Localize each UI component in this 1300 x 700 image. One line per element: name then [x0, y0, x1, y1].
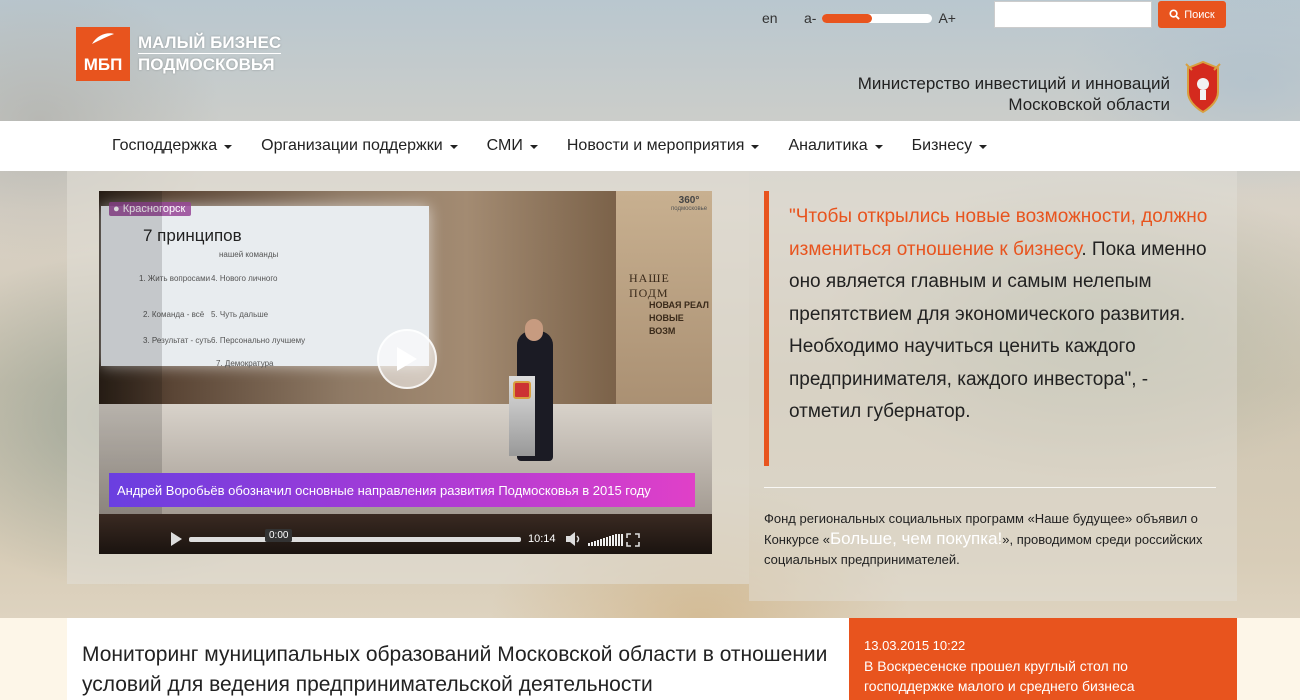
backdrop-sub1: НОВАЯ РЕАЛ	[649, 300, 709, 310]
volume-icon[interactable]	[565, 532, 581, 546]
search-button-label: Поиск	[1184, 8, 1215, 21]
video-player[interactable]: НАШЕ ПОДМ НОВАЯ РЕАЛ НОВЫЕ ВОЗМ 360° под…	[99, 191, 712, 554]
nav-item-label: Господдержка	[112, 137, 218, 154]
video-controls: 0:00 10:14	[99, 524, 712, 554]
volume-level[interactable]	[588, 534, 623, 546]
nav-item-news-events[interactable]: Новости и мероприятия	[567, 137, 760, 155]
coat-of-arms-icon	[1185, 60, 1221, 114]
nav-item-label: СМИ	[486, 137, 523, 154]
font-size-slider[interactable]	[822, 13, 933, 23]
side-news-block[interactable]: 13.03.2015 10:22 В Воскресенске прошел к…	[849, 618, 1237, 700]
font-size-control: a- A+	[804, 10, 956, 26]
current-time: 0:00	[265, 529, 293, 542]
header: МБП МАЛЫЙ БИЗНЕС ПОДМОСКОВЬЯ en a- A+ По…	[0, 0, 1300, 121]
ministry-line2: Московской области	[1008, 95, 1170, 114]
channel-logo-text: 360°	[678, 195, 700, 206]
governor-quote: "Чтобы открылись новые возможности, долж…	[764, 191, 1214, 466]
nav-item-business[interactable]: Бизнесу	[912, 137, 988, 155]
leaf-icon	[92, 33, 114, 44]
language-switch[interactable]: en	[762, 10, 778, 26]
speaker-head	[525, 319, 543, 341]
search-input[interactable]	[994, 1, 1152, 28]
video-duration: 10:14	[528, 533, 556, 545]
nav-item-label: Организации поддержки	[261, 137, 443, 154]
chevron-down-icon	[449, 145, 458, 149]
screen-item: 7. Демократура	[216, 359, 274, 368]
channel-logo: 360° подмосковье	[671, 195, 707, 217]
logo-mark: МБП	[76, 27, 130, 81]
font-increase-button[interactable]: A+	[938, 10, 956, 26]
contest-link[interactable]: Больше, чем покупка!	[830, 529, 1002, 548]
nav-item-label: Бизнесу	[911, 137, 973, 154]
font-decrease-button[interactable]: a-	[804, 10, 816, 26]
main-nav: Господдержка Организации поддержки СМИ Н…	[0, 121, 1300, 171]
nav-item-support-orgs[interactable]: Организации поддержки	[261, 137, 458, 155]
backdrop-subtitle: НОВАЯ РЕАЛ НОВЫЕ ВОЗМ	[649, 299, 712, 338]
quote-text: . Пока именно оно является главным и сам…	[789, 238, 1207, 423]
nav-item-label: Новости и мероприятия	[566, 137, 745, 154]
video-progress-bar[interactable]: 0:00	[189, 529, 521, 542]
nav-item-analytics[interactable]: Аналитика	[788, 137, 883, 155]
nav-item-media[interactable]: СМИ	[487, 137, 538, 155]
screen-item: 4. Нового личного	[211, 274, 278, 283]
search-button[interactable]: Поиск	[1158, 1, 1226, 28]
fund-announcement: Фонд региональных социальных программ «Н…	[764, 509, 1224, 570]
logo-text: МАЛЫЙ БИЗНЕС ПОДМОСКОВЬЯ	[138, 33, 282, 75]
backdrop-title: НАШЕ ПОДМ	[629, 271, 670, 300]
main-news-title[interactable]: Мониторинг муниципальных образований Мос…	[82, 640, 832, 700]
video-caption: Андрей Воробьёв обозначил основные напра…	[109, 473, 695, 507]
screen-item: 5. Чуть дальше	[211, 310, 269, 319]
chevron-down-icon	[979, 145, 988, 149]
nav-item-label: Аналитика	[788, 137, 868, 154]
screen-item: 6. Персонально лучшему	[211, 336, 306, 345]
site-logo[interactable]: МБП МАЛЫЙ БИЗНЕС ПОДМОСКОВЬЯ	[76, 27, 282, 81]
logo-line2: ПОДМОСКОВЬЯ	[138, 53, 282, 75]
news-date: 13.03.2015 10:22	[864, 638, 966, 653]
chevron-down-icon	[224, 145, 233, 149]
divider	[764, 487, 1216, 488]
font-size-slider-fill	[822, 13, 872, 23]
ministry-line1: Министерство инвестиций и инноваций	[857, 74, 1170, 93]
play-icon	[397, 347, 417, 371]
podium-emblem	[513, 381, 531, 399]
screen-subtitle: нашей команды	[219, 250, 279, 259]
logo-mark-text: МБП	[83, 55, 123, 74]
news-margin-right	[1237, 618, 1300, 700]
logo-line1: МАЛЫЙ БИЗНЕС	[138, 33, 282, 52]
ministry-title: Министерство инвестиций и инноваций Моск…	[858, 73, 1170, 115]
control-play-icon[interactable]	[171, 532, 182, 546]
chevron-down-icon	[874, 145, 883, 149]
chevron-down-icon	[529, 145, 538, 149]
channel-logo-sub: подмосковье	[671, 206, 708, 212]
chevron-down-icon	[751, 145, 760, 149]
search-icon	[1169, 9, 1180, 20]
backdrop-sub2: НОВЫЕ ВОЗМ	[649, 313, 684, 336]
news-headline[interactable]: В Воскресенске прошел круглый стол по го…	[864, 656, 1214, 696]
news-margin-left	[0, 618, 67, 700]
nav-item-gospodderzhka[interactable]: Господдержка	[112, 137, 233, 155]
fullscreen-icon[interactable]	[626, 533, 640, 547]
play-button[interactable]	[377, 329, 437, 389]
